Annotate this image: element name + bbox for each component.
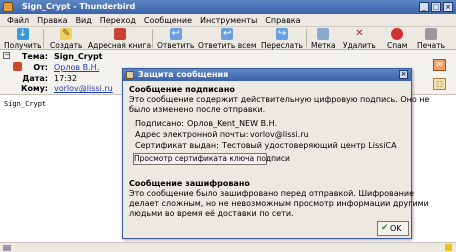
maximize-icon[interactable]: □ — [431, 2, 441, 12]
forward-button[interactable]: ↪ Переслать — [261, 28, 303, 50]
view-certificate-button[interactable]: Просмотр сертификата ключа подписи — [133, 153, 290, 165]
tag-icon — [317, 28, 330, 40]
address-book-button[interactable]: Адресная книга — [88, 28, 151, 50]
menu-view[interactable]: Вид — [72, 14, 96, 26]
dialog-title: Защита сообщения — [138, 70, 229, 79]
window-title: Sign_Crypt - Thunderbird — [22, 2, 136, 11]
junk-button[interactable]: Спам — [387, 28, 407, 50]
signed-heading: Сообщение подписано — [129, 85, 235, 94]
forward-icon: ↪ — [275, 28, 288, 40]
encrypted-description-line2: делает сложным, но не невозможным просмо… — [129, 199, 429, 208]
download-icon: ↓ — [16, 28, 29, 40]
from-value[interactable]: Орлов В.Н. — [54, 62, 99, 73]
junk-icon — [391, 28, 404, 40]
window-controls: _ □ × — [419, 2, 453, 12]
ok-button[interactable]: ✔ OK — [377, 221, 409, 236]
menu-message[interactable]: Сообщение — [140, 14, 196, 26]
pencil-icon: ✎ — [60, 28, 73, 40]
toolbar-separator — [152, 29, 153, 48]
main-toolbar: ↓ Получить ✎ Создать Адресная книга ↩ От… — [0, 27, 456, 50]
online-status-icon[interactable] — [3, 245, 11, 251]
attachment-status-icon[interactable]: ⬚ — [433, 78, 446, 90]
tag-button[interactable]: Метка — [311, 28, 336, 50]
minimize-icon[interactable]: _ — [419, 2, 429, 12]
message-body-text: Sign_Crypt — [4, 100, 47, 108]
address-book-icon — [113, 28, 126, 40]
print-button[interactable]: Печать — [417, 28, 445, 50]
close-icon[interactable]: × — [443, 2, 453, 12]
dialog-app-icon — [126, 71, 134, 79]
printer-icon — [425, 28, 438, 40]
menu-tools[interactable]: Инструменты — [196, 14, 261, 26]
to-label: Кому: — [21, 84, 48, 93]
signed-description-line2: было изменено после отправки. — [129, 105, 266, 114]
statusbar — [0, 242, 456, 252]
email-value: vorlov@lissi.ru — [250, 130, 309, 139]
reply-button[interactable]: ↩ Ответить — [157, 28, 194, 50]
subject-label: Тема: — [21, 52, 48, 61]
menu-file[interactable]: Файл — [3, 14, 33, 26]
encrypted-description-line1: Это сообщение было зашифровано перед отп… — [129, 189, 414, 198]
signed-description-line1: Это сообщение содержит действительную ци… — [129, 95, 430, 104]
reply-icon: ↩ — [169, 28, 182, 40]
encrypted-description-line3: людьми во время её доставки по сети. — [129, 209, 294, 218]
menu-help[interactable]: Справка — [261, 14, 304, 26]
get-mail-button[interactable]: ↓ Получить — [4, 28, 42, 50]
reply-all-button[interactable]: ↩ Ответить всем — [198, 28, 257, 50]
write-button[interactable]: ✎ Создать — [50, 28, 82, 50]
dialog-close-icon[interactable]: × — [399, 70, 408, 79]
signed-by-label: Подписано: — [135, 119, 184, 128]
menu-go[interactable]: Переход — [96, 14, 140, 26]
subject-value: Sign_Crypt — [54, 52, 103, 61]
checkmark-icon: ✔ — [381, 223, 389, 233]
issuer-label: Сертификат выдан: — [135, 141, 219, 150]
menubar: Файл Правка Вид Переход Сообщение Инстру… — [0, 14, 456, 27]
delete-icon: ✕ — [355, 28, 364, 39]
signed-by-value: Орлов_Kent_NEW В.Н. — [187, 119, 278, 128]
issuer-value: Тестовый удостоверяющий центр LissiCA — [222, 141, 397, 150]
thunderbird-app-icon — [3, 2, 13, 12]
lock-icon[interactable] — [445, 244, 452, 251]
delete-button[interactable]: ✕ Удалить — [343, 28, 376, 50]
to-value[interactable]: vorlov@lissi.ru — [54, 83, 113, 94]
toolbar-separator — [43, 29, 44, 48]
ok-button-label: OK — [390, 224, 402, 233]
from-label: От: — [33, 63, 48, 72]
menu-edit[interactable]: Правка — [33, 14, 71, 26]
email-label: Адрес электронной почты: — [135, 130, 249, 139]
dialog-titlebar: Защита сообщения × — [123, 69, 411, 81]
security-status-icon[interactable]: ✉ — [433, 59, 446, 71]
message-security-dialog: Защита сообщения × Сообщение подписано Э… — [122, 68, 429, 239]
reply-all-icon: ↩ — [221, 28, 234, 40]
toolbar-separator — [306, 29, 307, 48]
encrypted-heading: Сообщение зашифровано — [129, 179, 250, 188]
window-titlebar: Sign_Crypt - Thunderbird _ □ × — [0, 0, 456, 14]
